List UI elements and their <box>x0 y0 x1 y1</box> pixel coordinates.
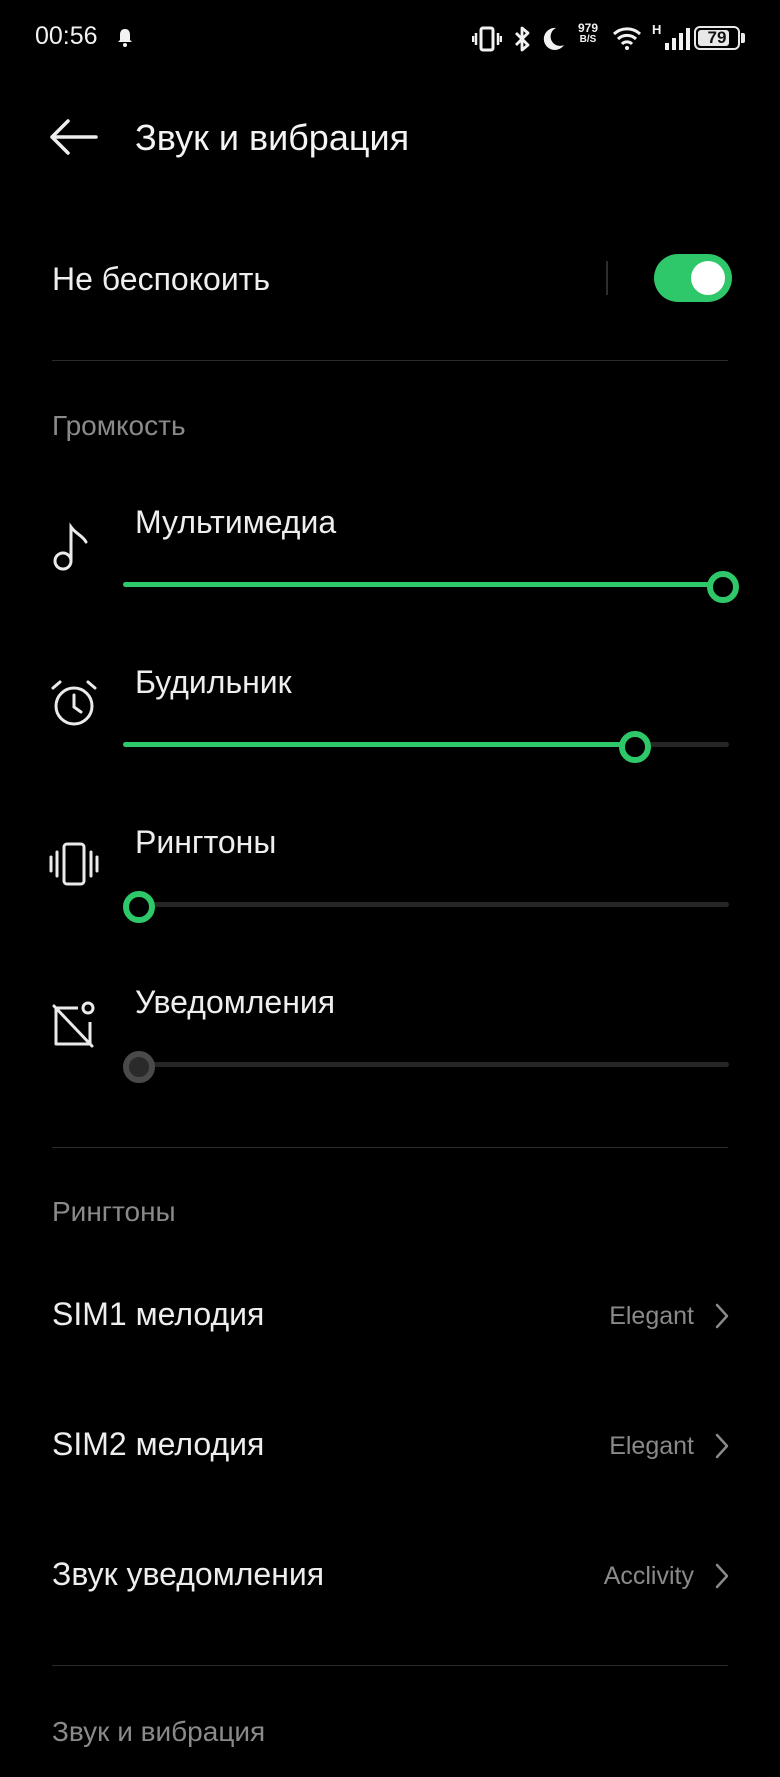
notification-sound-value: Acclivity <box>603 1562 694 1590</box>
moon-icon <box>543 27 564 50</box>
dnd-separator <box>606 261 608 295</box>
sim1-ringtone-row[interactable]: SIM1 мелодия Elegant <box>0 1262 780 1372</box>
sim1-ringtone-label: SIM1 мелодия <box>52 1296 265 1332</box>
vibrate-phone-icon <box>49 842 99 886</box>
music-note-icon <box>53 522 88 571</box>
chevron-right-icon <box>715 1303 729 1329</box>
dnd-toggle[interactable] <box>654 254 732 302</box>
multimedia-volume-slider[interactable] <box>123 564 739 604</box>
sim1-ringtone-value: Elegant <box>609 1302 694 1330</box>
toggle-knob <box>691 261 725 295</box>
network-type: H <box>652 22 662 37</box>
slider-label-multimedia: Мультимедиа <box>135 504 337 540</box>
divider <box>52 1665 728 1666</box>
wifi-icon <box>612 27 642 50</box>
dnd-label: Не беспокоить <box>52 261 271 297</box>
slider-label-alarm: Будильник <box>135 664 292 700</box>
sim2-ringtone-label: SIM2 мелодия <box>52 1426 265 1462</box>
slider-label-ringtones: Рингтоны <box>135 824 277 860</box>
notification-sound-row[interactable]: Звук уведомления Acclivity <box>0 1522 780 1632</box>
battery-tip <box>741 33 745 43</box>
divider <box>52 1147 728 1148</box>
sim2-ringtone-row[interactable]: SIM2 мелодия Elegant <box>0 1392 780 1502</box>
notification-sound-label: Звук уведомления <box>52 1556 325 1592</box>
cell-signal-icon <box>665 28 690 50</box>
divider <box>52 360 728 361</box>
page-title: Звук и вибрация <box>135 117 410 158</box>
bluetooth-icon <box>515 26 530 52</box>
slider-label-notifications: Уведомления <box>135 984 336 1020</box>
ringtone-volume-slider[interactable] <box>123 884 729 924</box>
battery-icon: 79 <box>694 26 740 50</box>
status-time: 00:56 <box>35 22 98 50</box>
sound-vibration-section-title: Звук и вибрация <box>52 1716 266 1747</box>
notification-bell-icon <box>118 29 132 47</box>
sim2-ringtone-value: Elegant <box>609 1432 694 1460</box>
arrow-left-icon[interactable] <box>48 117 98 157</box>
alarm-clock-icon <box>51 680 97 726</box>
net-speed: 979 B/S <box>577 21 599 45</box>
notification-off-icon <box>52 1001 95 1048</box>
notification-volume-slider[interactable] <box>123 1044 729 1084</box>
battery-level: 79 <box>707 28 727 47</box>
chevron-right-icon <box>715 1563 729 1589</box>
volume-section-title: Громкость <box>52 410 186 441</box>
chevron-right-icon <box>715 1433 729 1459</box>
alarm-volume-slider[interactable] <box>123 724 729 764</box>
ringtones-section-title: Рингтоны <box>52 1196 176 1227</box>
vibrate-icon <box>472 26 502 52</box>
